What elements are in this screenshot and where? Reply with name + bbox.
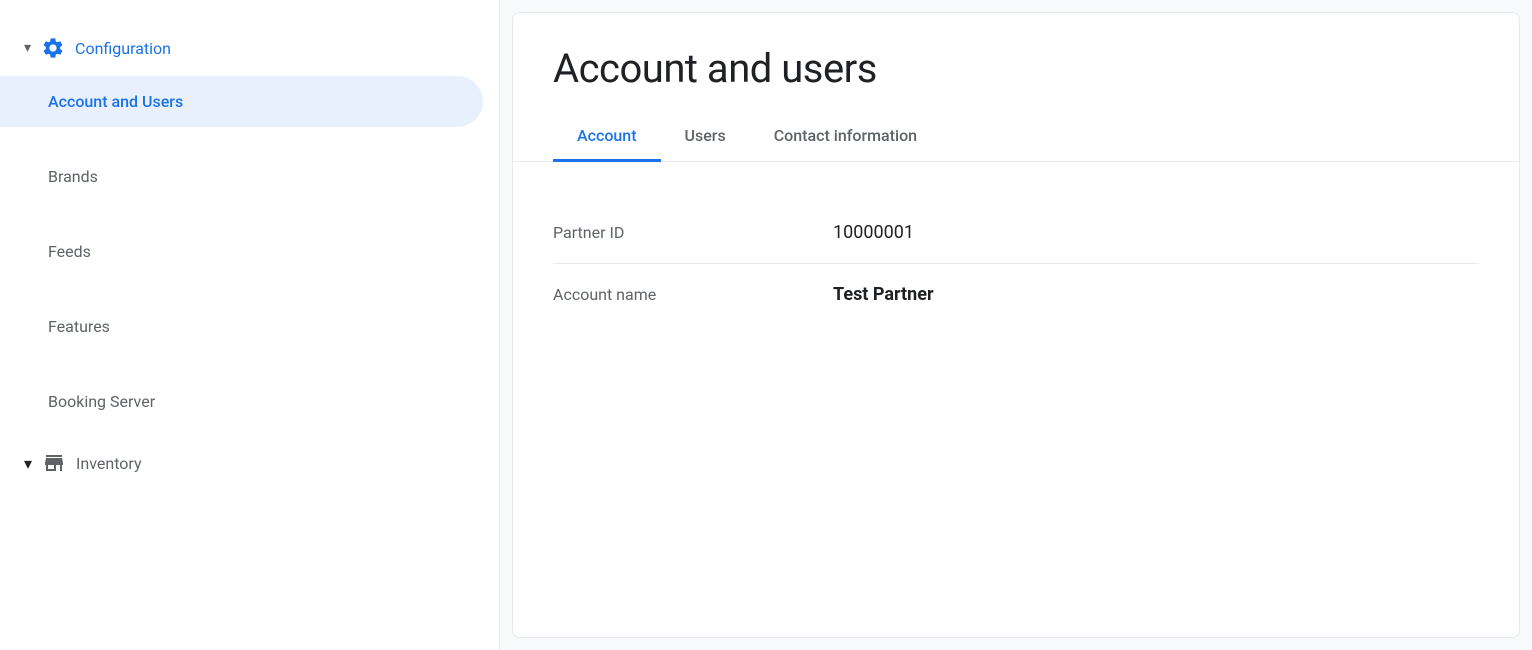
tab-contact-information[interactable]: Contact information [750,112,941,162]
configuration-label: Configuration [75,39,171,58]
inventory-label: Inventory [76,454,142,473]
tab-account-label: Account [577,126,637,145]
inventory-icon [42,451,66,475]
sidebar-item-booking-server[interactable]: Booking Server [0,376,483,427]
inventory-section-header[interactable]: ▾ Inventory [0,435,499,491]
tab-contact-information-label: Contact information [774,126,917,145]
account-name-value: Test Partner [833,284,934,305]
partner-id-label: Partner ID [553,223,833,242]
page-title: Account and users [513,13,1519,112]
account-name-label: Account name [553,285,833,304]
sidebar-item-account-and-users[interactable]: Account and Users [0,76,483,127]
content-area: Partner ID 10000001 Account name Test Pa… [513,162,1519,637]
tab-users[interactable]: Users [661,112,750,162]
sidebar-item-feeds[interactable]: Feeds [0,226,483,277]
sidebar-item-brands[interactable]: Brands [0,151,483,202]
sidebar-item-label: Brands [48,167,98,186]
sidebar: ▾ Configuration Account and Users Brands… [0,0,500,650]
main-content: Account and users Account Users Contact … [512,12,1520,638]
tab-account[interactable]: Account [553,112,661,162]
tabs-container: Account Users Contact information [513,112,1519,162]
sidebar-item-label: Features [48,317,110,336]
sidebar-item-label: Account and Users [48,92,183,111]
configuration-section-header[interactable]: ▾ Configuration [0,20,499,76]
configuration-chevron-icon: ▾ [24,40,31,56]
sidebar-item-label: Feeds [48,242,91,261]
partner-id-value: 10000001 [833,222,914,243]
gear-icon [41,36,65,60]
sidebar-item-features[interactable]: Features [0,301,483,352]
account-name-row: Account name Test Partner [553,264,1479,325]
inventory-chevron-icon: ▾ [24,454,32,473]
partner-id-row: Partner ID 10000001 [553,202,1479,264]
tab-users-label: Users [685,126,726,145]
sidebar-item-label: Booking Server [48,392,155,411]
